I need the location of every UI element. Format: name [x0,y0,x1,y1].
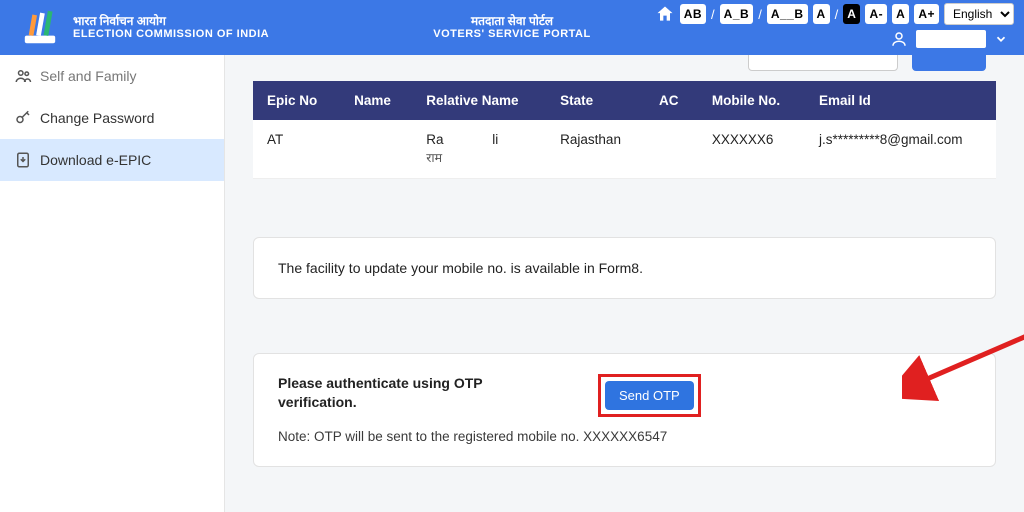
key-icon [14,109,32,127]
portal-title-hi: मतदाता सेवा पोर्टल [433,14,590,28]
acc-a-plus[interactable]: A+ [914,4,939,24]
send-otp-highlight: Send OTP [598,374,701,417]
acc-a--b[interactable]: A__B [767,4,808,24]
col-mob: Mobile No. [698,81,805,120]
user-menu[interactable] [890,30,1008,48]
org-title: भारत निर्वाचन आयोग ELECTION COMMISSION O… [73,14,269,42]
cell-rel: Ra li राम [412,120,546,179]
header-toolbar: AB / A_B / A__B A / A A- A A+ English [655,3,1014,25]
send-otp-button[interactable]: Send OTP [605,381,694,410]
cell-epic: AT [253,120,340,179]
search-input[interactable] [748,55,898,71]
acc-a3[interactable]: A [892,4,909,24]
portal-title: मतदाता सेवा पोर्टल VOTERS' SERVICE PORTA… [433,14,590,42]
cell-mob: XXXXXX6 [698,120,805,179]
cell-email: j.s*********8@gmail.com [805,120,996,179]
org-title-en: ELECTION COMMISSION OF INDIA [73,28,269,41]
download-icon [14,151,32,169]
acc-ab[interactable]: AB [680,4,706,24]
acc-a-minus[interactable]: A- [865,4,887,24]
user-name-redacted [916,30,986,48]
search-button[interactable] [912,55,986,71]
acc-a1[interactable]: A [813,4,830,24]
app-header: भारत निर्वाचन आयोग ELECTION COMMISSION O… [0,0,1024,55]
otp-instruction: Please authenticate using OTP verificati… [278,374,538,412]
form8-notice: The facility to update your mobile no. i… [253,237,996,299]
users-icon [14,67,32,85]
col-ac: AC [645,81,698,120]
sidebar-item-download-epic[interactable]: Download e-EPIC [0,139,224,181]
col-rel: Relative Name [412,81,546,120]
otp-note: Note: OTP will be sent to the registered… [278,429,971,444]
acc-a-b[interactable]: A_B [720,4,754,24]
results-table: Epic No Name Relative Name State AC Mobi… [253,81,996,179]
acc-a-black[interactable]: A [843,4,860,24]
table-header-row: Epic No Name Relative Name State AC Mobi… [253,81,996,120]
sidebar: Self and Family Change Password Download… [0,55,225,512]
eci-logo [12,0,67,55]
sidebar-item-label: Change Password [40,110,154,126]
table-row: AT Ra li राम Rajasthan XXXXXX6 j.s******… [253,120,996,179]
home-icon[interactable] [655,4,675,24]
search-row [253,55,986,75]
col-epic: Epic No [253,81,340,120]
language-select[interactable]: English [944,3,1014,25]
portal-title-en: VOTERS' SERVICE PORTAL [433,28,590,41]
col-email: Email Id [805,81,996,120]
cell-ac [645,120,698,179]
otp-card: Please authenticate using OTP verificati… [253,353,996,467]
col-name: Name [340,81,412,120]
cell-name [340,120,412,179]
main-content: Epic No Name Relative Name State AC Mobi… [225,55,1024,512]
sidebar-item-self-family[interactable]: Self and Family [0,55,224,97]
user-icon [890,30,908,48]
sidebar-item-label: Download e-EPIC [40,152,151,168]
sidebar-item-label: Self and Family [40,68,136,84]
org-title-hi: भारत निर्वाचन आयोग [73,14,269,28]
col-state: State [546,81,645,120]
cell-state: Rajasthan [546,120,645,179]
sidebar-item-change-password[interactable]: Change Password [0,97,224,139]
chevron-down-icon [994,32,1008,46]
